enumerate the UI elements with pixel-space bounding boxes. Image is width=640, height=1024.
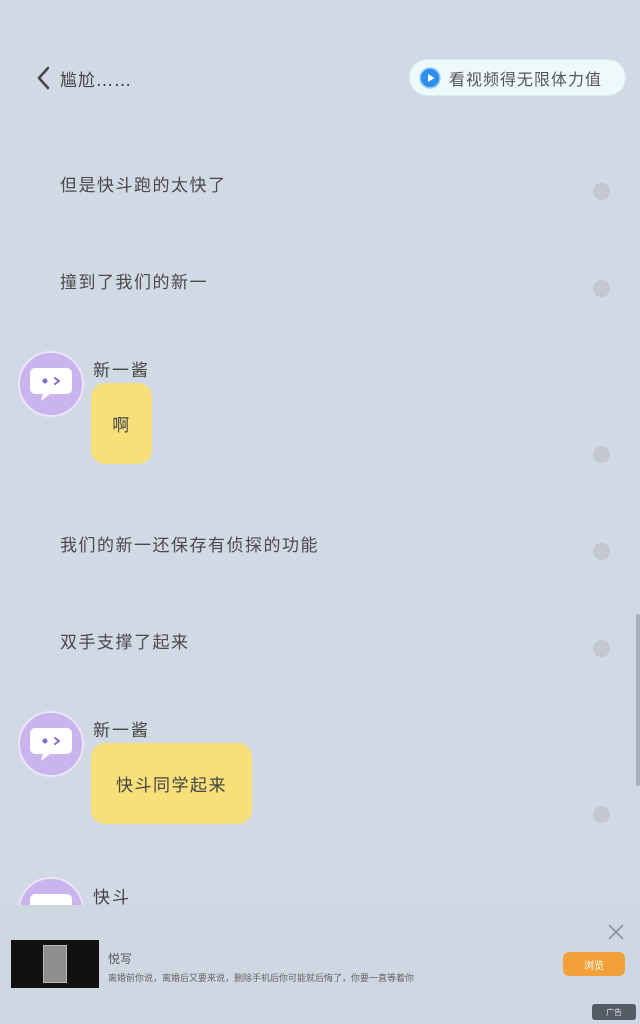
dialogue-text: 快斗同学起来 (116, 776, 227, 796)
comment-dot-button[interactable] (593, 280, 610, 297)
comment-dot-button[interactable] (593, 640, 610, 657)
narration-line: 我们的新一还保存有侦探的功能 (60, 536, 319, 556)
chat-bubble-face-icon (30, 368, 72, 401)
scrollbar-thumb[interactable] (636, 614, 640, 786)
ad-badge: 广告 (592, 1004, 636, 1020)
ad-description: 离婚前你说，离婚后又要来说，删除手机后你可能就后悔了，你要一直等着你 (108, 974, 415, 984)
ad-browse-button[interactable]: 浏览 (563, 952, 625, 976)
play-circle-icon (419, 66, 441, 89)
ad-thumbnail[interactable] (11, 940, 99, 988)
back-chevron-icon[interactable] (34, 64, 54, 92)
comment-dot-button[interactable] (593, 806, 610, 823)
reward-label: 看视频得无限体力值 (449, 69, 603, 89)
avatar[interactable] (18, 711, 84, 777)
speaker-name: 新一酱 (93, 361, 150, 381)
comment-dot-button[interactable] (593, 446, 610, 463)
ad-thumbnail-image (43, 945, 67, 983)
comment-dot-button[interactable] (593, 543, 610, 560)
narration-line: 撞到了我们的新一 (60, 273, 208, 293)
comment-dot-button[interactable] (593, 183, 610, 200)
top-bar: 尴尬…… 看视频得无限体力值 (0, 0, 640, 130)
chapter-title: 尴尬…… (60, 71, 132, 91)
dialogue-bubble[interactable]: 啊 (91, 383, 152, 464)
watch-video-reward-button[interactable]: 看视频得无限体力值 (410, 60, 625, 95)
speaker-name: 新一酱 (93, 721, 150, 741)
chat-bubble-face-icon (30, 728, 72, 761)
close-icon[interactable] (607, 923, 625, 941)
avatar[interactable] (18, 351, 84, 417)
ad-badge-label: 广告 (606, 1007, 622, 1017)
ad-banner[interactable]: 悦写 离婚前你说，离婚后又要来说，删除手机后你可能就后悔了，你要一直等着你 浏览… (0, 905, 640, 1024)
dialogue-bubble[interactable]: 快斗同学起来 (91, 743, 252, 824)
narration-line: 但是快斗跑的太快了 (60, 176, 227, 196)
ad-browse-label: 浏览 (584, 960, 604, 972)
narration-line: 双手支撑了起来 (60, 633, 190, 653)
dialogue-text: 啊 (112, 416, 131, 436)
ad-title: 悦写 (108, 952, 133, 966)
